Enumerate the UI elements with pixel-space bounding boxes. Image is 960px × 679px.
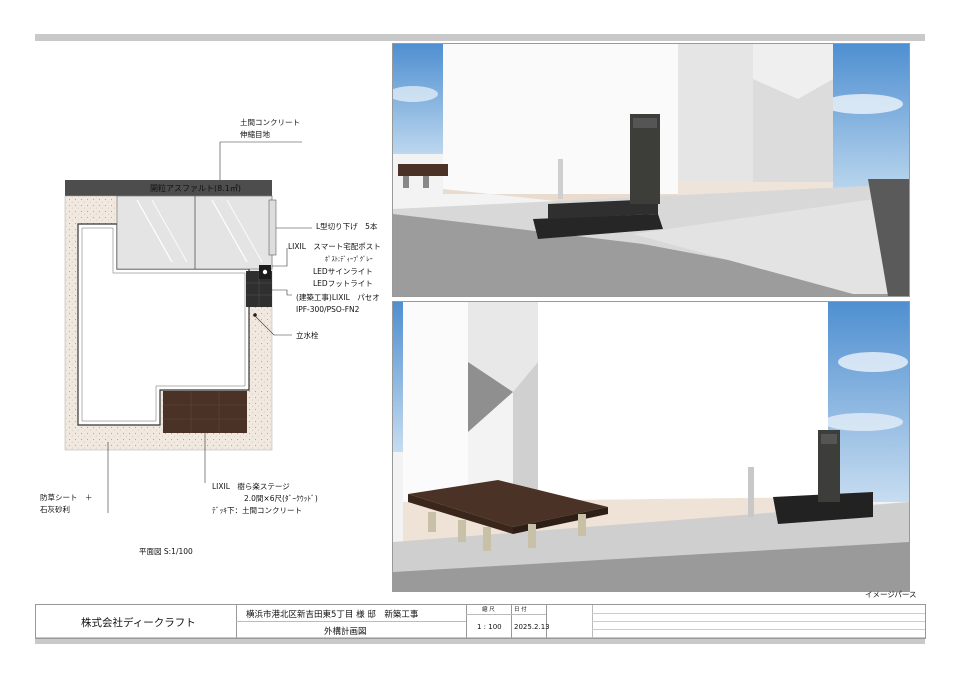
title-block: 株式会社ディークラフト 横浜市港北区新吉田東5丁目 様 邸 新築工事 外構計画図… — [35, 604, 926, 639]
perspective-render-garden — [392, 301, 910, 592]
plan-scale-label: 平面図 S:1/100 — [139, 547, 193, 556]
paving-callout-1: (建築工事)LIXIL パセオ — [296, 293, 380, 302]
date-value: 2025.2.13 — [514, 623, 550, 631]
project-name: 横浜市港北区新吉田東5丁目 様 邸 新築工事 — [246, 610, 419, 620]
drawing-name: 外構計画図 — [324, 627, 367, 637]
scale-header: 縮 尺 — [482, 607, 495, 613]
top-border-band — [35, 34, 925, 41]
date-header: 日 付 — [514, 607, 527, 613]
curb-cut — [268, 199, 277, 256]
company-name: 株式会社ディークラフト — [81, 617, 196, 629]
deck-callout-1: LIXIL 樹ら楽ステージ — [212, 482, 290, 491]
concrete-callout-1: 土間コンクリート — [240, 118, 300, 127]
perspective-render-front — [392, 43, 910, 297]
post-callout-1: LIXIL スマート宅配ポスト — [288, 242, 381, 251]
gravel-callout-2: 石灰砂利 — [40, 505, 70, 514]
gravel-callout-1: 防草シート ＋ — [40, 493, 93, 502]
perspective-caption: イメージパース — [865, 590, 917, 599]
wood-deck — [163, 391, 247, 433]
post-callout-4: LEDフットライト — [313, 279, 373, 288]
lcut-callout: L型切り下げ 5本 — [316, 222, 378, 231]
deck-callout-3: ﾃﾞｯｷ下：土間コンクリート — [212, 506, 302, 515]
scale-value: 1 : 100 — [477, 623, 502, 631]
asphalt-label: 開粒アスファルト(8.1㎡) — [150, 184, 241, 193]
deck-callout-2: 2.0間×6尺(ﾀﾞｰｸｳｯﾄﾞ) — [244, 494, 318, 503]
faucet-callout: 立水栓 — [296, 331, 319, 340]
post-callout-3: LEDサインライト — [313, 267, 373, 276]
paving-callout-2: IPF-300/PSO-FN2 — [296, 305, 360, 314]
concrete-callout-2: 伸縮目地 — [240, 130, 270, 139]
post-callout-2: ﾎﾟｽﾄ;ﾃﾞｨｰﾌﾟｸﾞﾚｰ — [325, 255, 373, 263]
